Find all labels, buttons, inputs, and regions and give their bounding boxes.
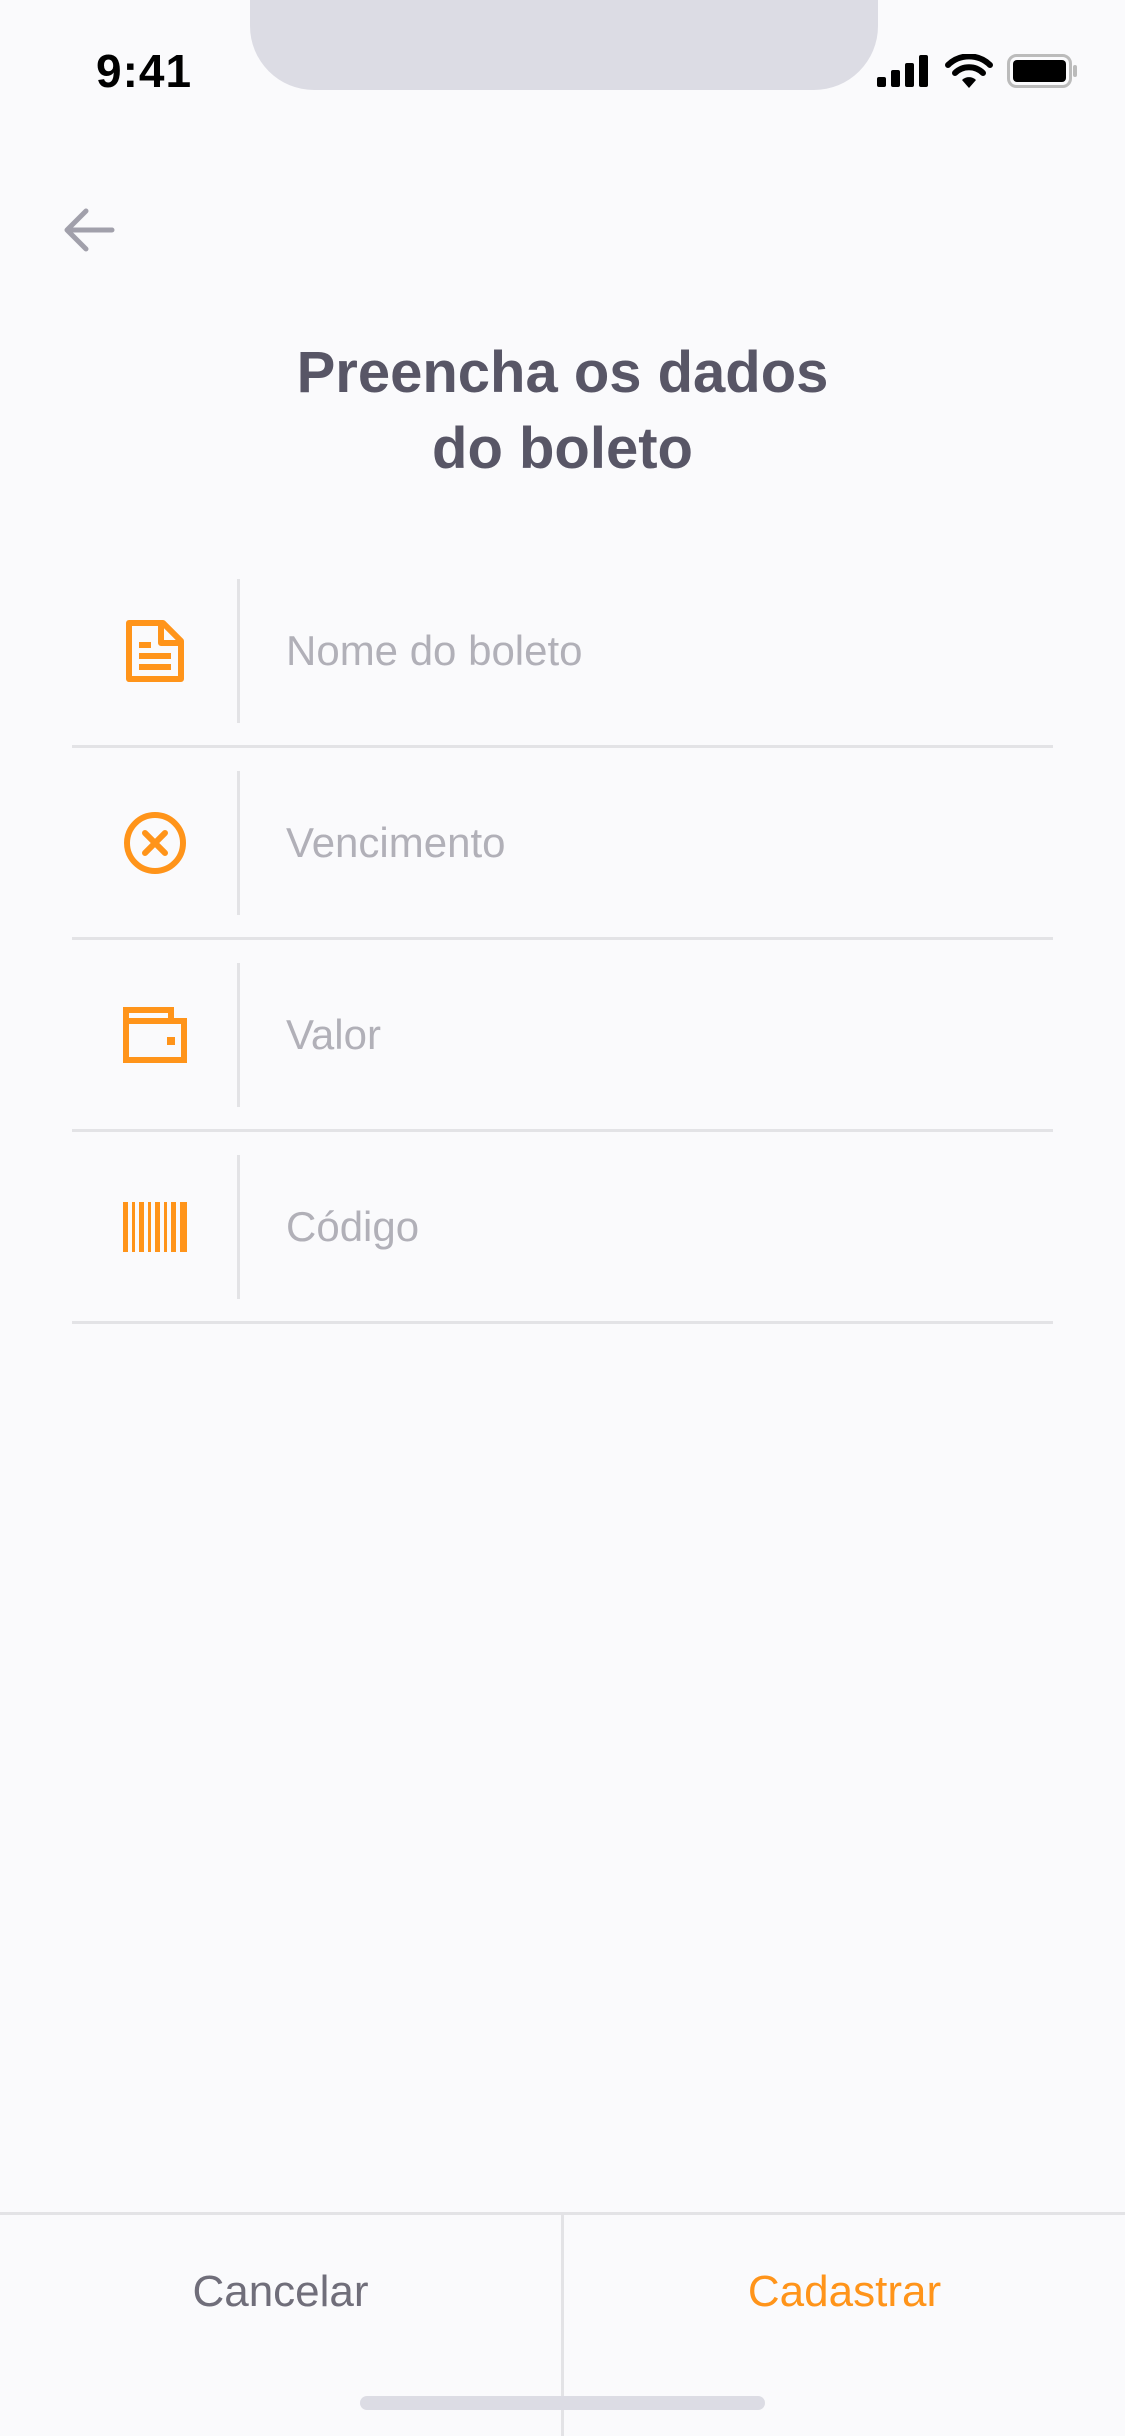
barcode-icon [122, 1201, 187, 1252]
field-due-date [72, 748, 1053, 940]
wallet-icon [122, 1006, 187, 1063]
arrow-left-icon [64, 208, 115, 252]
status-icons [877, 54, 1079, 88]
amount-input[interactable] [240, 940, 1053, 1129]
field-icon-wrapper [72, 578, 240, 723]
screen: 9:41 Preencha os dados do boleto Nome do… [0, 0, 1125, 2436]
field-amount [72, 940, 1053, 1132]
field-icon-wrapper [72, 962, 240, 1107]
home-indicator [360, 2396, 765, 2410]
field-bill-name [72, 556, 1053, 748]
page-title-line1: Preencha os dados [296, 340, 829, 405]
field-code [72, 1132, 1053, 1324]
bill-name-input[interactable] [240, 556, 1053, 745]
wifi-icon [945, 54, 993, 88]
signal-icon [877, 55, 928, 87]
field-icon-wrapper [72, 1154, 240, 1299]
page-title: Preencha os dados do boleto [0, 335, 1125, 487]
battery-icon [1007, 54, 1077, 88]
status-time: 9:41 [96, 45, 193, 97]
code-input[interactable] [240, 1132, 1053, 1321]
field-icon-wrapper [72, 770, 240, 915]
device-notch [250, 0, 878, 90]
bill-form [72, 556, 1053, 1324]
cancel-button-label: Cancelar [192, 2267, 369, 2316]
page-title-line2: do boleto [432, 416, 693, 481]
close-circle-icon [123, 811, 186, 874]
document-icon [125, 619, 184, 682]
due-date-input[interactable] [240, 748, 1053, 937]
back-button[interactable] [62, 200, 132, 260]
register-button-label: Cadastrar [747, 2267, 942, 2316]
